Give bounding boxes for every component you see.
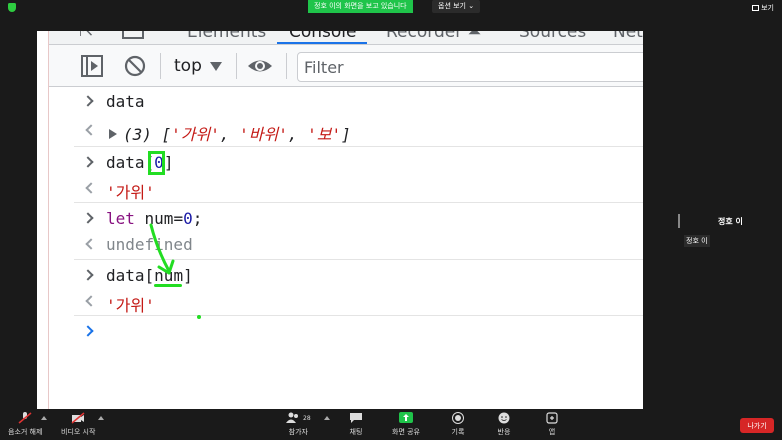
share-screen-icon	[399, 412, 413, 423]
annotation-dot	[197, 315, 201, 319]
muted-mic-icon	[18, 412, 32, 424]
tab-elements[interactable]: Elements	[187, 31, 266, 42]
device-toolbar-icon[interactable]	[122, 31, 144, 39]
record-label: 기록	[451, 428, 465, 436]
tab-recorder[interactable]: Recorder ⏶	[386, 31, 481, 42]
input-chevron-icon	[82, 156, 94, 168]
array-item: '보'	[307, 125, 342, 144]
unmute-button[interactable]: 음소거 해제	[8, 412, 42, 437]
annotation-box	[148, 151, 165, 175]
view-button[interactable]: 보기	[752, 3, 774, 13]
console-input: data	[106, 92, 145, 111]
context-selector[interactable]: top	[174, 56, 222, 76]
console-entry: data (3) ['가위', '바위', '보']	[37, 87, 643, 147]
console-output: '가위'	[106, 296, 155, 315]
array-separator: ,	[287, 125, 308, 144]
console-output: '가위'	[106, 183, 155, 202]
filter-input[interactable]	[298, 53, 643, 81]
tab-network[interactable]: Net	[613, 31, 643, 42]
tab-console[interactable]: Console	[289, 31, 357, 42]
eye-icon[interactable]	[247, 55, 273, 77]
annotation-underline	[154, 284, 182, 287]
view-button-label: 보기	[761, 4, 774, 12]
start-video-label: 비디오 시작	[61, 428, 96, 436]
leave-button[interactable]: 나가기	[740, 418, 774, 433]
array-item: '바위'	[239, 125, 288, 144]
apps-label: 앱	[548, 428, 556, 436]
screen-share-banner: 정호 이의 화면을 보고 있습니다	[308, 0, 413, 13]
array-item: '가위'	[171, 125, 220, 144]
chat-button[interactable]: 채팅	[349, 412, 363, 437]
code-keyword: let	[106, 209, 135, 228]
smiley-icon	[498, 412, 510, 424]
code-text: ;	[192, 209, 203, 228]
toolbar-divider	[160, 53, 161, 79]
participant-name: 정호 이	[718, 217, 743, 226]
apps-button[interactable]: 앱	[545, 412, 559, 437]
grid-icon	[752, 5, 760, 11]
view-options-dropdown[interactable]: 옵션 보기 ⌄	[432, 0, 481, 13]
people-icon	[286, 412, 298, 423]
console-entry: data[num] '가위'	[37, 260, 643, 316]
participants-icon-row: 28	[286, 412, 311, 424]
input-chevron-icon	[82, 95, 94, 107]
video-options-caret-icon[interactable]	[98, 416, 104, 420]
meeting-toolbar: 음소거 해제 비디오 시작 28 참가자 채팅 화면 공유 기록 반응 앱 나가…	[0, 410, 782, 440]
chat-icon	[350, 413, 362, 423]
console-output-array[interactable]: (3) ['가위', '바위', '보']	[109, 121, 351, 145]
apps-icon	[546, 412, 558, 424]
sidebar-toggle-icon[interactable]	[81, 55, 103, 77]
array-open: [	[151, 125, 172, 144]
toolbar-divider	[236, 53, 237, 79]
page-left-edge	[37, 31, 49, 409]
console-entry: let num=0; undefined	[37, 203, 643, 259]
array-close: ]	[341, 125, 351, 144]
output-chevron-icon	[85, 124, 97, 136]
record-icon	[452, 412, 464, 424]
share-screen-button[interactable]: 화면 공유	[392, 412, 420, 437]
code-text: ]	[163, 153, 174, 172]
participant-divider	[678, 214, 680, 228]
video-off-icon	[71, 412, 85, 424]
console-entry: data[0] '가위'	[37, 147, 643, 203]
output-chevron-icon	[85, 182, 97, 194]
output-chevron-icon	[85, 238, 97, 250]
participants-label: 참가자	[288, 428, 308, 436]
audio-options-caret-icon[interactable]	[41, 416, 47, 420]
prompt-chevron-icon	[82, 325, 94, 337]
input-chevron-icon	[82, 212, 94, 224]
start-video-button[interactable]: 비디오 시작	[61, 412, 95, 437]
chat-label: 채팅	[349, 428, 363, 436]
context-selector-label: top	[174, 56, 202, 76]
inspect-icon[interactable]: ⇱	[79, 31, 101, 43]
input-chevron-icon	[82, 269, 94, 281]
clear-console-icon[interactable]	[124, 55, 146, 77]
output-chevron-icon	[85, 295, 97, 307]
shield-icon[interactable]	[8, 3, 16, 12]
array-length: (3)	[123, 125, 152, 144]
code-text: data[	[106, 153, 155, 172]
reactions-button[interactable]: 반응	[497, 412, 511, 437]
tab-sources[interactable]: Sources	[519, 31, 586, 42]
share-screen-label: 화면 공유	[392, 428, 420, 436]
record-button[interactable]: 기록	[451, 412, 465, 437]
console-toolbar: top	[37, 45, 643, 87]
devtools-tab-strip: ⇱ Elements Console Recorder ⏶ Sources Ne…	[37, 31, 643, 45]
participants-count: 28	[303, 414, 311, 422]
unmute-label: 음소거 해제	[8, 428, 43, 436]
participant-label: 정호 이	[684, 235, 710, 247]
participants-button[interactable]: 28 참가자	[286, 412, 311, 437]
meeting-top-bar: 정호 이의 화면을 보고 있습니다 옵션 보기 ⌄ 보기	[0, 0, 782, 13]
shared-screen: ⇱ Elements Console Recorder ⏶ Sources Ne…	[37, 31, 643, 409]
console-prompt[interactable]	[37, 316, 643, 356]
array-separator: ,	[219, 125, 240, 144]
dropdown-arrow-icon	[209, 61, 222, 71]
annotation-arrow	[149, 223, 175, 275]
filter-input-box[interactable]	[297, 52, 643, 82]
active-tab-indicator	[277, 42, 367, 44]
toolbar-divider	[286, 53, 287, 79]
participants-caret-icon[interactable]	[324, 416, 330, 420]
reactions-label: 반응	[497, 428, 511, 436]
expand-triangle-icon[interactable]	[109, 129, 117, 139]
